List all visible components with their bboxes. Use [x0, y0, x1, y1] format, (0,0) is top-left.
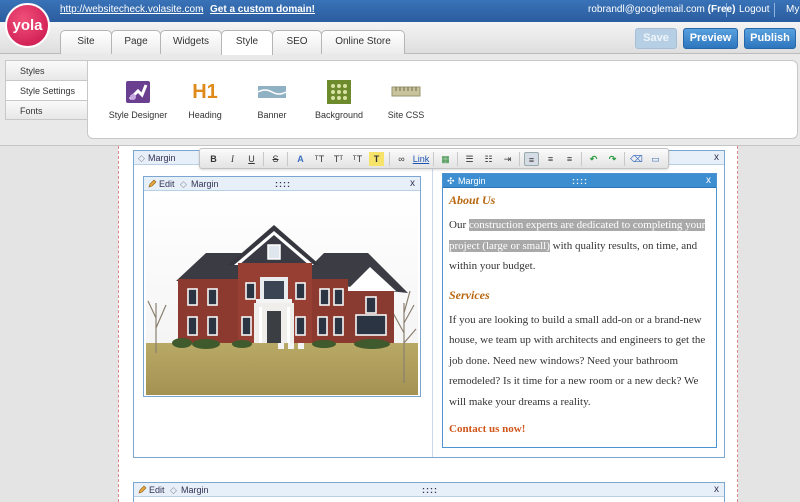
html-source-icon[interactable]: ▭: [648, 152, 663, 166]
site-css-icon: [391, 86, 421, 97]
plan-badge: (Free): [707, 4, 736, 15]
toolbar-divider: [263, 152, 264, 166]
style-sidenav: Styles Style Settings Fonts: [5, 60, 88, 120]
tab-seo[interactable]: SEO: [272, 30, 322, 54]
bold-button[interactable]: B: [206, 152, 221, 166]
divider: [774, 3, 775, 17]
close-icon[interactable]: x: [706, 174, 711, 188]
highlight-icon[interactable]: T: [369, 152, 384, 166]
unordered-list-icon[interactable]: ☷: [481, 152, 496, 166]
about-text-pre: Our: [449, 219, 469, 231]
logout-link[interactable]: Logout: [739, 4, 770, 15]
toolbar-divider: [624, 152, 625, 166]
drag-handle[interactable]: ::::: [275, 177, 291, 191]
save-button[interactable]: Save: [635, 28, 677, 49]
font-size-down-icon[interactable]: Tᵀ: [331, 152, 346, 166]
ordered-list-icon[interactable]: ☰: [462, 152, 477, 166]
toolbar-divider: [581, 152, 582, 166]
tool-site-css[interactable]: Site CSS: [366, 79, 446, 120]
close-icon[interactable]: x: [410, 177, 415, 191]
tab-widgets[interactable]: Widgets: [160, 30, 222, 54]
contact-link[interactable]: Contact us now!: [449, 419, 709, 440]
tool-label: Site CSS: [387, 110, 425, 120]
indent-icon[interactable]: ⇥: [500, 152, 515, 166]
account-email-text: robrandl@googlemail.com: [588, 4, 705, 15]
pencil-icon: [138, 485, 147, 494]
style-panel: Styles Style Settings Fonts Style Design…: [0, 54, 800, 146]
drag-handle[interactable]: ::::: [422, 483, 438, 497]
top-bar: http://websitecheck.volasite.com - Get a…: [0, 0, 800, 22]
undo-icon[interactable]: ↶: [586, 152, 601, 166]
tab-site[interactable]: Site: [60, 30, 112, 54]
toolbar-divider: [389, 152, 390, 166]
divider: [726, 3, 727, 17]
outer-margin-block-bottom[interactable]: Edit ◇ Margin :::: x: [133, 482, 725, 502]
publish-button[interactable]: Publish: [744, 28, 796, 49]
font-style-icon[interactable]: ᵀT: [350, 152, 365, 166]
drag-handle[interactable]: ::::: [572, 174, 588, 188]
redo-icon[interactable]: ↷: [605, 152, 620, 166]
margin-icon: ◇: [170, 485, 177, 495]
margin-icon: ◇: [138, 153, 145, 163]
toolbar-divider: [433, 152, 434, 166]
margin-label: Margin: [148, 153, 176, 163]
block-header[interactable]: ✣ Margin :::: x: [443, 174, 716, 188]
text-format-toolbar: B I U S A ᵀT Tᵀ ᵀT T ∞ Link ▦ ☰ ☷ ⇥ ≡ ≡ …: [199, 148, 669, 169]
style-designer-icon: [126, 81, 150, 103]
sidenav-item-fonts[interactable]: Fonts: [5, 100, 88, 120]
top-bar-separator: -: [200, 4, 204, 15]
tab-online-store[interactable]: Online Store: [321, 30, 405, 54]
margin-icon: ◇: [180, 179, 187, 189]
align-left-icon[interactable]: ≡: [524, 152, 539, 166]
align-right-icon[interactable]: ≡: [562, 152, 577, 166]
sidenav-item-style-settings[interactable]: Style Settings: [5, 80, 88, 100]
services-paragraph: If you are looking to build a small add-…: [449, 313, 706, 408]
toolbar-divider: [287, 152, 288, 166]
strikethrough-button[interactable]: S: [268, 152, 283, 166]
background-icon: [327, 80, 351, 104]
yola-logo[interactable]: yola: [5, 3, 50, 48]
close-icon[interactable]: x: [714, 483, 719, 497]
custom-domain-link[interactable]: Get a custom domain!: [210, 4, 315, 15]
font-size-icon[interactable]: ᵀT: [312, 152, 327, 166]
site-url-link[interactable]: http://websitecheck.volasite.com: [60, 4, 203, 15]
about-heading: About Us: [449, 193, 496, 207]
block-header[interactable]: Edit ◇ Margin :::: x: [144, 177, 420, 191]
italic-button[interactable]: I: [225, 152, 240, 166]
toolbar-divider: [519, 152, 520, 166]
tab-page[interactable]: Page: [111, 30, 161, 54]
block-header[interactable]: Edit ◇ Margin :::: x: [134, 483, 724, 497]
toolbar-divider: [457, 152, 458, 166]
margin-label: Margin: [191, 179, 219, 189]
font-color-icon[interactable]: A: [293, 152, 308, 166]
main-tab-bar: Site Page Widgets Style SEO Online Store…: [0, 22, 800, 55]
column-divider: [432, 165, 433, 457]
move-icon: ✣: [447, 176, 455, 186]
link-button[interactable]: Link: [410, 152, 432, 166]
my-account-link[interactable]: My: [786, 4, 799, 15]
clear-format-icon[interactable]: ⌫: [629, 152, 644, 166]
margin-label: Margin: [181, 485, 209, 495]
text-content[interactable]: About Us Our construction experts are de…: [449, 193, 709, 440]
preview-button[interactable]: Preview: [683, 28, 738, 49]
tab-style[interactable]: Style: [221, 30, 273, 55]
style-tools-panel: Style Designer H1 Heading Banner Backgro: [87, 60, 798, 139]
image-block[interactable]: Edit ◇ Margin :::: x: [143, 176, 421, 397]
house-image[interactable]: [146, 193, 418, 395]
pencil-icon: [148, 179, 157, 188]
account-email: robrandl@googlemail.com (Free): [588, 4, 735, 15]
close-icon[interactable]: x: [714, 151, 719, 165]
sidenav-item-styles[interactable]: Styles: [5, 60, 88, 80]
edit-label[interactable]: Edit: [149, 483, 165, 497]
heading-icon: H1: [192, 81, 218, 103]
align-center-icon[interactable]: ≡: [543, 152, 558, 166]
margin-label: Margin: [458, 176, 486, 186]
edit-label[interactable]: Edit: [159, 177, 175, 191]
underline-button[interactable]: U: [244, 152, 259, 166]
insert-table-icon[interactable]: ▦: [438, 152, 453, 166]
link-icon[interactable]: ∞: [394, 152, 409, 166]
about-paragraph: Our construction experts are dedicated t…: [449, 215, 709, 277]
banner-icon: [257, 86, 287, 98]
services-heading: Services: [449, 287, 490, 302]
